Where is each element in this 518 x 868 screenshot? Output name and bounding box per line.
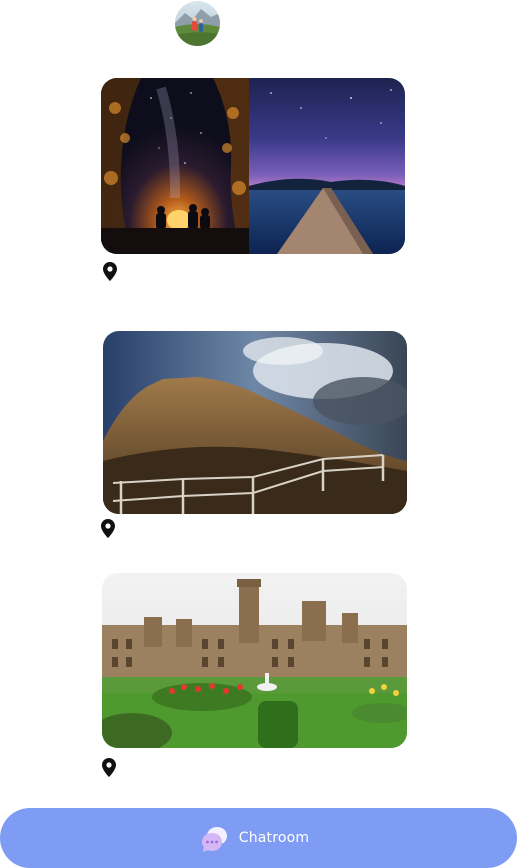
location-pin-2[interactable] <box>101 519 115 538</box>
avatar-image <box>175 1 220 46</box>
map-pin-icon <box>101 519 115 538</box>
post-image-1[interactable] <box>101 78 405 254</box>
location-pin-3[interactable] <box>102 758 116 777</box>
chatroom-label: Chatroom <box>238 830 310 846</box>
hill-fort-photo <box>103 331 407 514</box>
profile-avatar[interactable] <box>175 1 220 46</box>
palace-garden-photo <box>102 573 407 748</box>
location-pin-1[interactable] <box>103 262 117 281</box>
post-image-3[interactable] <box>102 573 407 748</box>
post-image-2[interactable] <box>103 331 407 514</box>
campfire-pier-photo <box>101 78 405 254</box>
chat-bubbles-icon <box>200 824 230 854</box>
feed-page: Chatroom <box>0 0 518 868</box>
map-pin-icon <box>102 758 116 777</box>
map-pin-icon <box>103 262 117 281</box>
chatroom-button[interactable]: Chatroom <box>0 808 517 868</box>
